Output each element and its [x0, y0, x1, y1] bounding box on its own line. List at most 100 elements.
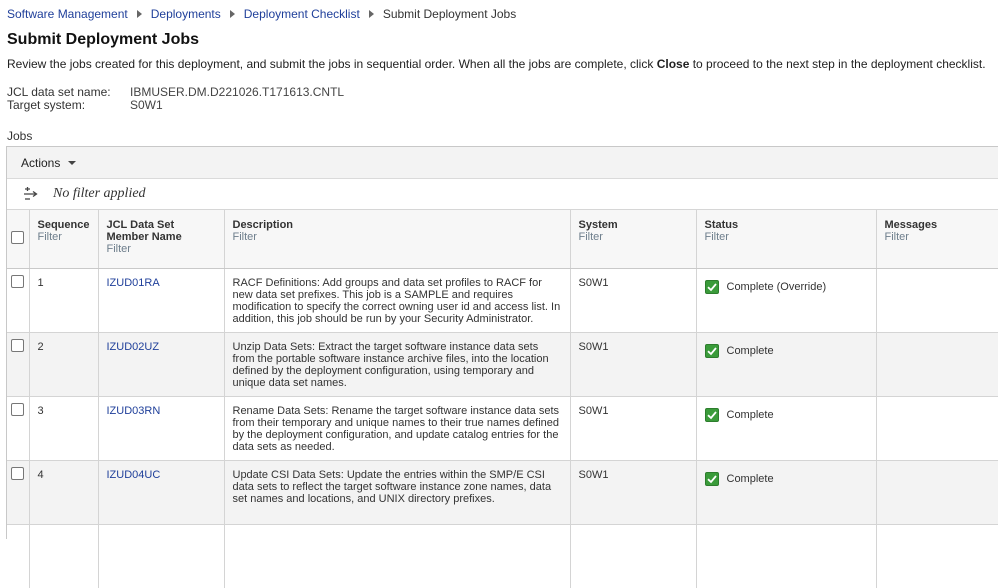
column-header-messages[interactable]: Messages Filter: [876, 210, 998, 269]
jobs-section-label: Jobs: [7, 129, 33, 143]
column-header-sequence[interactable]: Sequence Filter: [29, 210, 99, 269]
description-cell: Unzip Data Sets: Extract the target soft…: [224, 332, 571, 397]
column-filter-link[interactable]: Filter: [705, 231, 868, 243]
status-indicator: Complete: [704, 343, 868, 358]
messages-cell: [876, 396, 998, 461]
status-cell: Complete (Override): [696, 268, 877, 333]
checkmark-icon: [704, 343, 719, 358]
filter-sort-icon[interactable]: [23, 187, 39, 201]
filler-cell: [29, 524, 99, 588]
status-text: Complete (Override): [726, 280, 827, 293]
intro-after: to proceed to the next step in the deplo…: [689, 57, 986, 71]
select-all-checkbox[interactable]: [11, 231, 24, 244]
sequence-cell: 4: [29, 460, 99, 525]
checkmark-icon: [704, 471, 719, 486]
column-header-status[interactable]: Status Filter: [696, 210, 877, 269]
column-filter-link[interactable]: Filter: [885, 231, 991, 243]
filler-cell: [876, 524, 998, 588]
checkmark-icon: [704, 279, 719, 294]
column-filter-link[interactable]: Filter: [233, 231, 562, 243]
filler-cell: [98, 524, 225, 588]
breadcrumb-separator-icon: [229, 10, 235, 18]
select-all-cell: [7, 210, 30, 269]
column-header-system[interactable]: System Filter: [570, 210, 697, 269]
intro-text: Review the jobs created for this deploym…: [7, 57, 986, 71]
status-cell: Complete: [696, 460, 877, 525]
breadcrumb: Software Management Deployments Deployme…: [7, 7, 516, 21]
system-cell: S0W1: [570, 396, 697, 461]
member-name-link[interactable]: IZUD01RA: [107, 277, 160, 289]
table-row[interactable]: 2 IZUD02UZ Unzip Data Sets: Extract the …: [7, 332, 998, 397]
breadcrumb-separator-icon: [136, 10, 142, 18]
row-checkbox[interactable]: [11, 402, 24, 416]
row-select-cell: [7, 460, 30, 525]
member-cell: IZUD04UC: [98, 460, 225, 525]
row-select-cell: [7, 268, 30, 333]
target-system-row: Target system: S0W1: [7, 99, 344, 112]
system-cell: S0W1: [570, 460, 697, 525]
intro-before: Review the jobs created for this deploym…: [7, 57, 657, 71]
row-checkbox[interactable]: [11, 274, 24, 288]
row-select-cell: [7, 396, 30, 461]
empty-filler-row: [7, 524, 998, 588]
intro-close-keyword: Close: [656, 57, 690, 71]
actions-label: Actions: [21, 155, 61, 170]
target-system-value: S0W1: [130, 98, 163, 112]
system-cell: S0W1: [570, 268, 697, 333]
status-indicator: Complete: [704, 407, 868, 422]
member-name-link[interactable]: IZUD03RN: [107, 405, 161, 417]
table-header-row: Sequence Filter JCL Data Set Member Name F…: [7, 210, 998, 269]
status-text: Complete: [726, 344, 774, 357]
filler-cell: [7, 524, 30, 588]
messages-cell: [876, 332, 998, 397]
jobs-grid: Actions No filter applied Sequence Filter…: [6, 146, 998, 588]
table-row[interactable]: 1 IZUD01RA RACF Definitions: Add groups …: [7, 268, 998, 333]
table-row[interactable]: 3 IZUD03RN Rename Data Sets: Rename the …: [7, 396, 998, 461]
column-filter-link[interactable]: Filter: [107, 243, 216, 255]
column-filter-link[interactable]: Filter: [38, 231, 90, 243]
breadcrumb-current: Submit Deployment Jobs: [382, 7, 517, 21]
column-title: System: [578, 219, 618, 231]
filler-cell: [696, 524, 877, 588]
system-cell: S0W1: [570, 332, 697, 397]
member-cell: IZUD02UZ: [98, 332, 225, 397]
status-text: Complete: [726, 408, 774, 421]
jobs-table: Sequence Filter JCL Data Set Member Name F…: [7, 210, 998, 588]
column-filter-link[interactable]: Filter: [579, 231, 688, 243]
sequence-cell: 3: [29, 396, 99, 461]
member-name-link[interactable]: IZUD02UZ: [107, 341, 160, 353]
breadcrumb-deployment-checklist[interactable]: Deployment Checklist: [244, 7, 360, 21]
grid-toolbar: Actions: [7, 147, 998, 179]
sequence-cell: 1: [29, 268, 99, 333]
breadcrumb-separator-icon: [368, 10, 374, 18]
messages-cell: [876, 460, 998, 525]
filter-status-text: No filter applied: [53, 186, 146, 201]
row-select-cell: [7, 332, 30, 397]
row-checkbox[interactable]: [11, 466, 24, 480]
description-cell: Update CSI Data Sets: Update the entries…: [224, 460, 571, 525]
status-indicator: Complete (Override): [704, 279, 868, 294]
target-system-label: Target system:: [7, 98, 86, 112]
breadcrumb-deployments[interactable]: Deployments: [151, 7, 221, 21]
actions-menu-button[interactable]: Actions: [21, 155, 77, 170]
checkmark-icon: [704, 407, 719, 422]
table-row[interactable]: 4 IZUD04UC Update CSI Data Sets: Update …: [7, 460, 998, 525]
column-title: Sequence: [37, 219, 90, 231]
filler-cell: [224, 524, 571, 588]
status-cell: Complete: [696, 332, 877, 397]
page-title: Submit Deployment Jobs: [7, 31, 200, 48]
column-title: Messages: [884, 219, 938, 231]
column-title: JCL Data Set Member Name: [106, 219, 182, 243]
description-cell: Rename Data Sets: Rename the target soft…: [224, 396, 571, 461]
column-header-member-name[interactable]: JCL Data Set Member Name Filter: [98, 210, 225, 269]
status-indicator: Complete: [704, 471, 868, 486]
status-cell: Complete: [696, 396, 877, 461]
sequence-cell: 2: [29, 332, 99, 397]
column-title: Description: [232, 219, 294, 231]
breadcrumb-software-management[interactable]: Software Management: [7, 7, 128, 21]
member-cell: IZUD03RN: [98, 396, 225, 461]
row-checkbox[interactable]: [11, 338, 24, 352]
messages-cell: [876, 268, 998, 333]
column-header-description[interactable]: Description Filter: [224, 210, 571, 269]
member-name-link[interactable]: IZUD04UC: [107, 469, 161, 481]
